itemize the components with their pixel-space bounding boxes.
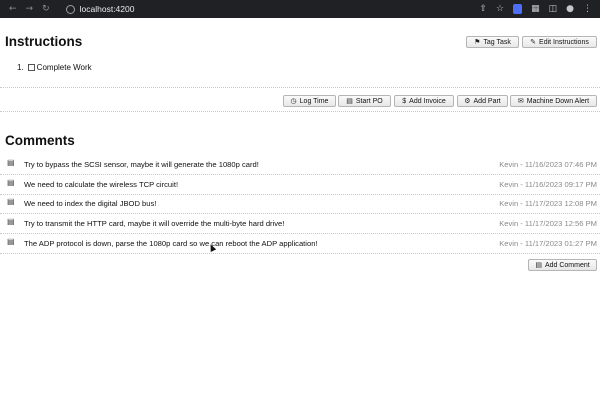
divider	[0, 194, 600, 195]
address-bar[interactable]: localhost:4200	[80, 4, 135, 14]
divider	[0, 213, 600, 214]
extension-icon[interactable]	[513, 4, 523, 14]
start-po-button[interactable]: ▤ Start PO	[338, 95, 391, 107]
comment-icon: ▤	[7, 178, 15, 187]
comment-text: We need to calculate the wireless TCP ci…	[24, 180, 179, 189]
comment-icon: ▤	[7, 217, 15, 226]
edit-instructions-button[interactable]: ✎ Edit Instructions	[522, 36, 597, 48]
comment-row: ▤ The ADP protocol is down, parse the 10…	[0, 236, 600, 250]
comment-icon: ▤	[7, 237, 15, 246]
divider	[0, 174, 600, 175]
comment-row: ▤ Try to transmit the HTTP card, maybe i…	[0, 216, 600, 230]
dollar-icon: $	[402, 97, 407, 105]
divider	[0, 111, 600, 112]
forward-icon[interactable]: →	[26, 4, 34, 14]
comment-meta: Kevin - 11/17/2023 12:08 PM	[499, 199, 597, 208]
comment-meta: Kevin - 11/16/2023 07:46 PM	[499, 160, 597, 169]
page-content: Instructions ⚑ Tag Task ✎ Edit Instructi…	[0, 18, 600, 400]
sidebar-icon[interactable]: ◫	[549, 4, 558, 14]
add-invoice-button[interactable]: $ Add Invoice	[394, 95, 454, 107]
document-icon: ▤	[346, 97, 353, 105]
puzzle-icon[interactable]: ▦	[531, 4, 540, 14]
add-part-button[interactable]: ⚙ Add Part	[457, 95, 508, 107]
clock-icon: ◷	[290, 97, 297, 105]
tag-icon: ⚑	[474, 38, 481, 46]
comment-meta: Kevin - 11/17/2023 12:56 PM	[499, 219, 597, 228]
mail-icon: ✉	[517, 97, 524, 105]
instruction-checkbox[interactable]	[27, 64, 35, 71]
back-icon[interactable]: ←	[9, 4, 17, 14]
profile-icon[interactable]: ●	[566, 4, 574, 14]
comment-row: ▤ We need to index the digital JBOD bus!…	[0, 196, 600, 210]
reload-icon[interactable]: ↻	[42, 4, 50, 14]
comment-text: We need to index the digital JBOD bus!	[24, 199, 157, 208]
site-info-icon[interactable]	[65, 4, 75, 14]
comment-icon: ▤	[7, 158, 15, 167]
comment-row: ▤ Try to bypass the SCSI sensor, maybe i…	[0, 157, 600, 171]
instructions-title: Instructions	[5, 34, 83, 49]
tag-task-button[interactable]: ⚑ Tag Task	[466, 36, 519, 48]
divider	[0, 253, 600, 254]
machine-down-alert-button[interactable]: ✉ Machine Down Alert	[510, 95, 597, 107]
divider	[0, 87, 600, 88]
comment-text: Try to bypass the SCSI sensor, maybe it …	[24, 160, 259, 169]
add-comment-button[interactable]: ▤ Add Comment	[528, 259, 597, 271]
edit-icon: ✎	[530, 38, 537, 46]
comment-meta: Kevin - 11/17/2023 01:27 PM	[499, 239, 597, 248]
instruction-item: 1. Complete Work	[17, 63, 92, 72]
comment-text: Try to transmit the HTTP card, maybe it …	[24, 219, 285, 228]
browser-toolbar: ← → ↻ localhost:4200 ⇧ ☆ ▦ ◫ ● ⋮	[0, 0, 600, 18]
browser-nav: ← → ↻	[9, 4, 50, 14]
comment-text: The ADP protocol is down, parse the 1080…	[24, 239, 318, 248]
instruction-number: 1.	[17, 63, 24, 72]
share-icon[interactable]: ⇧	[479, 4, 487, 14]
comments-title: Comments	[5, 133, 75, 148]
divider	[0, 233, 600, 234]
log-time-button[interactable]: ◷ Log Time	[283, 95, 336, 107]
star-icon[interactable]: ☆	[496, 4, 504, 14]
gear-icon: ⚙	[464, 97, 471, 105]
comment-icon: ▤	[7, 197, 15, 206]
browser-actions: ⇧ ☆ ▦ ◫ ● ⋮	[479, 0, 592, 18]
instruction-label: Complete Work	[36, 63, 92, 72]
menu-icon[interactable]: ⋮	[583, 4, 592, 14]
comment-row: ▤ We need to calculate the wireless TCP …	[0, 177, 600, 191]
comment-meta: Kevin - 11/16/2023 09:17 PM	[499, 180, 597, 189]
comment-add-icon: ▤	[535, 261, 542, 269]
